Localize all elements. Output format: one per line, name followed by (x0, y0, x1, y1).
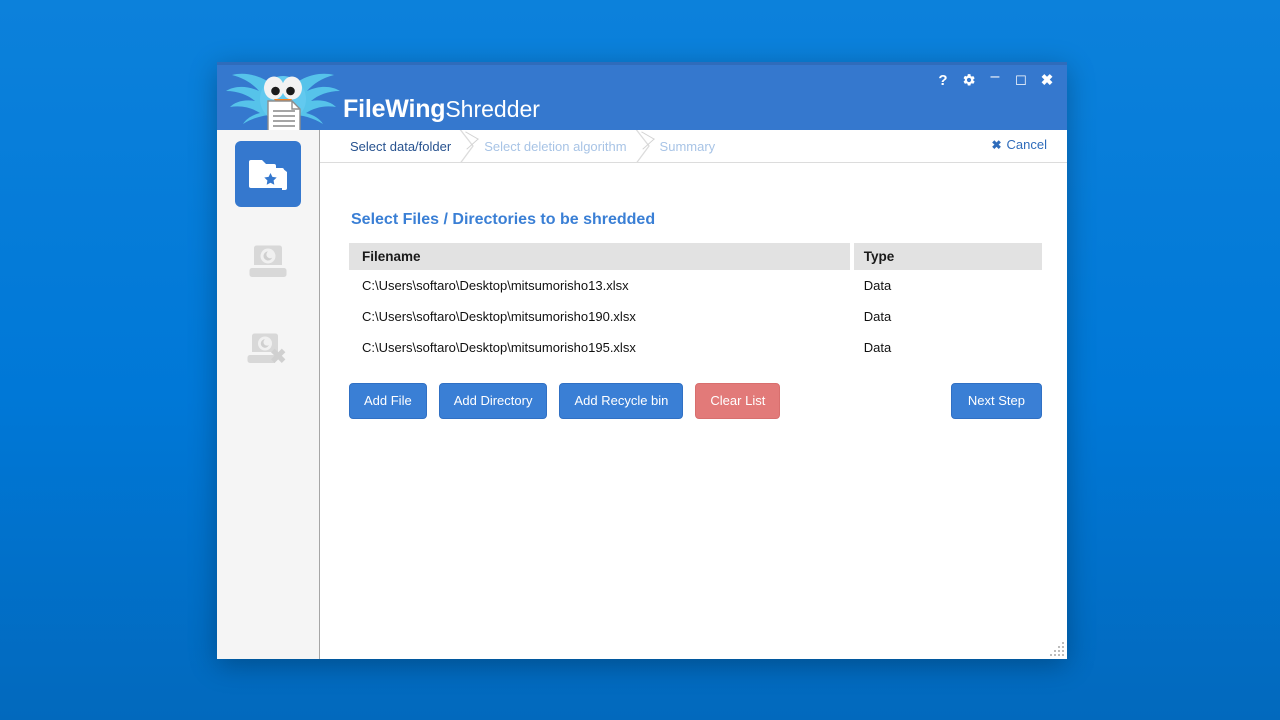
add-file-button[interactable]: Add File (349, 383, 427, 419)
page-title: Select Files / Directories to be shredde… (351, 211, 656, 228)
resize-grip[interactable] (1050, 642, 1064, 656)
cell-filename: C:\Users\softaro\Desktop\mitsumorisho13.… (349, 270, 850, 301)
cancel-label: Cancel (1006, 137, 1047, 152)
chevron-separator-icon-2 (627, 129, 660, 163)
clear-list-button[interactable]: Clear List (695, 383, 781, 419)
table-header-row: Filename Type (349, 243, 1042, 270)
gear-icon[interactable] (957, 69, 981, 91)
step-select-data-folder[interactable]: Select data/folder (350, 139, 451, 154)
add-directory-button[interactable]: Add Directory (438, 383, 548, 419)
file-table-body: C:\Users\softaro\Desktop\mitsumorisho13.… (349, 270, 1042, 363)
maximize-icon[interactable]: ☐ (1009, 69, 1033, 91)
file-table-head: Filename Type (349, 243, 1042, 270)
close-x-icon: ✖ (991, 137, 1002, 152)
title-bar: FileWingShredder ? – ☐ ✖ (217, 62, 1067, 130)
filewing-bird-logo (222, 65, 344, 130)
table-row[interactable]: C:\Users\softaro\Desktop\mitsumorisho13.… (349, 270, 1042, 301)
app-title-bold: FileWing (343, 95, 446, 123)
next-step-button[interactable]: Next Step (950, 383, 1042, 419)
sidebar-item-shred-drive[interactable] (235, 229, 301, 295)
sidebar-item-shred-files-folders[interactable] (235, 141, 301, 207)
column-header-filename[interactable]: Filename (349, 243, 850, 270)
column-header-type[interactable]: Type (849, 243, 1042, 270)
step-select-deletion-algorithm[interactable]: Select deletion algorithm (484, 139, 626, 154)
app-title: FileWingShredder (343, 95, 540, 124)
sidebar-item-shred-free-space[interactable] (235, 317, 301, 383)
folder-star-icon (247, 156, 289, 192)
file-selection-panel: Select Files / Directories to be shredde… (320, 163, 1067, 419)
help-icon[interactable]: ? (931, 69, 955, 91)
cell-type: Data (849, 332, 1042, 363)
filewing-shredder-window: FileWingShredder ? – ☐ ✖ Select data/fol… (217, 62, 1067, 659)
cell-type: Data (849, 270, 1042, 301)
chevron-separator-icon (451, 129, 484, 163)
minimize-icon[interactable]: – (983, 66, 1007, 88)
content-area: Select data/folder Select deletion algor… (320, 129, 1067, 659)
add-recycle-bin-button[interactable]: Add Recycle bin (559, 383, 684, 419)
disk-drive-delete-icon (246, 331, 290, 369)
file-table: Filename Type C:\Users\softaro\Desktop\m… (349, 243, 1042, 363)
step-summary[interactable]: Summary (660, 139, 716, 154)
window-controls: ? – ☐ ✖ (931, 69, 1059, 91)
close-icon[interactable]: ✖ (1035, 69, 1059, 91)
window-body: Select data/folder Select deletion algor… (217, 129, 1067, 659)
sidebar (217, 130, 320, 659)
action-button-row: Add File Add Directory Add Recycle bin C… (349, 383, 1042, 419)
cancel-button[interactable]: ✖ Cancel (991, 137, 1047, 152)
disk-drive-icon (247, 243, 289, 281)
table-row[interactable]: C:\Users\softaro\Desktop\mitsumorisho190… (349, 301, 1042, 332)
cell-filename: C:\Users\softaro\Desktop\mitsumorisho190… (349, 301, 850, 332)
cell-filename: C:\Users\softaro\Desktop\mitsumorisho195… (349, 332, 850, 363)
app-title-light: Shredder (445, 96, 540, 122)
desktop-background: FileWingShredder ? – ☐ ✖ Select data/fol… (0, 0, 1280, 720)
step-breadcrumb: Select data/folder Select deletion algor… (320, 129, 1067, 163)
cell-type: Data (849, 301, 1042, 332)
table-row[interactable]: C:\Users\softaro\Desktop\mitsumorisho195… (349, 332, 1042, 363)
